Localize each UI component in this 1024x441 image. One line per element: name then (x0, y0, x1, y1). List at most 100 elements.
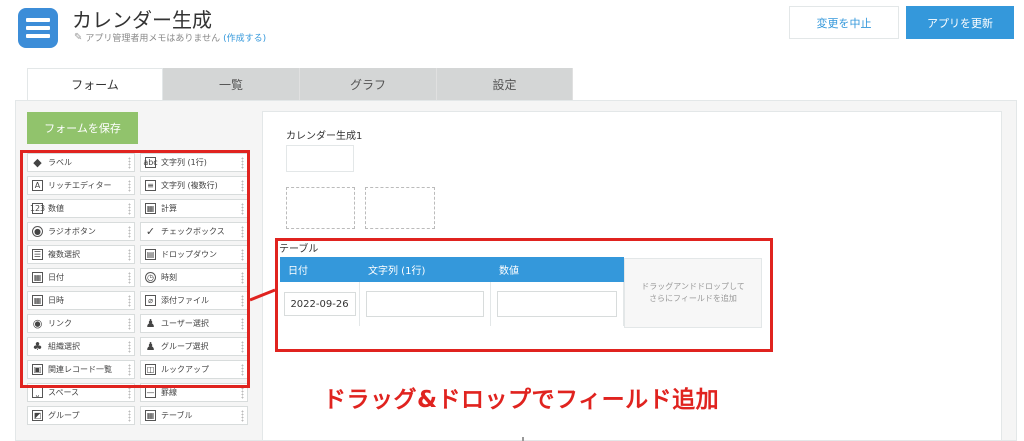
drag-handle-icon[interactable] (128, 364, 131, 376)
tab-graph[interactable]: グラフ (300, 68, 437, 100)
drag-handle-icon[interactable] (128, 318, 131, 330)
palette-item-label: ユーザー選択 (161, 319, 209, 328)
pencil-icon: ✎ (74, 32, 83, 43)
single-line-text-icon: abc (143, 157, 158, 168)
drag-handle-icon[interactable] (128, 226, 131, 238)
checkbox-icon: ✓ (145, 225, 156, 238)
palette-item[interactable]: ⌀ 添付ファイル (140, 291, 248, 310)
empty-drop-slot[interactable] (286, 187, 355, 229)
save-form-button[interactable]: フォームを保存 (27, 112, 138, 144)
palette-item[interactable]: ◫ ルックアップ (140, 360, 248, 379)
palette-item-label: 計算 (161, 204, 177, 213)
palette-item[interactable]: ▣ 関連レコード一覧 (27, 360, 135, 379)
palette-row: ⎵ スペース — 罫線 (27, 383, 249, 402)
palette-item[interactable]: ♟ グループ選択 (140, 337, 248, 356)
palette-item-label: ルックアップ (161, 365, 209, 374)
palette-item[interactable]: — 罫線 (140, 383, 248, 402)
clock-icon: ◷ (145, 272, 156, 283)
palette-item[interactable]: ☰ 複数選択 (27, 245, 135, 264)
empty-drop-slot[interactable] (365, 187, 435, 229)
cursor-marker (522, 437, 524, 441)
app-header: カレンダー生成 ✎ アプリ管理者用メモはありません (作成する) 変更を中止 ア… (0, 0, 1024, 52)
palette-item[interactable]: ♣ 組織選択 (27, 337, 135, 356)
palette-item[interactable]: abc 文字列 (1行) (140, 153, 248, 172)
palette-row: ▦ 日付 ◷ 時刻 (27, 268, 249, 287)
number-input-placeholder[interactable] (497, 291, 617, 317)
drag-handle-icon[interactable] (241, 341, 244, 353)
column-header: 文字列 (1行) (360, 257, 491, 282)
palette-row: A リッチエディター ≡ 文字列 (複数行) (27, 176, 249, 195)
update-app-button[interactable]: アプリを更新 (906, 6, 1014, 39)
palette-item[interactable]: ◩ グループ (27, 406, 135, 425)
palette-item-label: ラベル (48, 158, 72, 167)
org-chart-icon: ♣ (32, 340, 43, 353)
group-users-icon: ♟ (145, 340, 156, 353)
palette-item-label: ドロップダウン (161, 250, 217, 259)
palette-item[interactable]: ▦ 日時 (27, 291, 135, 310)
custom-field-box[interactable] (286, 145, 354, 172)
drag-handle-icon[interactable] (241, 157, 244, 169)
drag-handle-icon[interactable] (241, 180, 244, 192)
palette-item-label: 数値 (48, 204, 64, 213)
palette-row: ♣ 組織選択 ♟ グループ選択 (27, 337, 249, 356)
palette-item[interactable]: ◷ 時刻 (140, 268, 248, 287)
drag-handle-icon[interactable] (128, 249, 131, 261)
dropdown-icon: ▤ (145, 249, 156, 260)
palette-item[interactable]: ◆ ラベル (27, 153, 135, 172)
drag-handle-icon[interactable] (128, 387, 131, 399)
drag-handle-icon[interactable] (241, 295, 244, 307)
cancel-changes-button[interactable]: 変更を中止 (789, 6, 899, 39)
drag-handle-icon[interactable] (128, 410, 131, 422)
text-input-placeholder[interactable] (366, 291, 484, 317)
drag-handle-icon[interactable] (241, 249, 244, 261)
drag-handle-icon[interactable] (241, 387, 244, 399)
table-column-date[interactable]: 日付 2022-09-26 (280, 257, 360, 326)
palette-item[interactable]: ⎵ スペース (27, 383, 135, 402)
tab-form[interactable]: フォーム (27, 68, 163, 100)
drag-handle-icon[interactable] (241, 272, 244, 284)
drag-handle-icon[interactable] (241, 410, 244, 422)
calculator-icon: ▦ (145, 203, 156, 214)
tab-list[interactable]: 一覧 (163, 68, 300, 100)
drag-handle-icon[interactable] (241, 226, 244, 238)
palette-item[interactable]: 123 数値 (27, 199, 135, 218)
palette-item[interactable]: ✓ チェックボックス (140, 222, 248, 241)
palette-item[interactable]: ♟ ユーザー選択 (140, 314, 248, 333)
label-tag-icon: ◆ (33, 156, 42, 169)
palette-item[interactable]: ◉ リンク (27, 314, 135, 333)
palette-row: 123 数値 ▦ 計算 (27, 199, 249, 218)
app-list-icon (18, 8, 58, 48)
drop-hint-line2: さらにフィールドを追加 (649, 294, 737, 303)
column-header: 日付 (280, 257, 360, 282)
date-value[interactable]: 2022-09-26 (283, 292, 356, 316)
palette-item[interactable]: A リッチエディター (27, 176, 135, 195)
drag-handle-icon[interactable] (128, 180, 131, 192)
create-memo-link[interactable]: (作成する) (223, 31, 266, 44)
palette-item[interactable]: ▤ ドロップダウン (140, 245, 248, 264)
palette-item[interactable]: ● ラジオボタン (27, 222, 135, 241)
drag-handle-icon[interactable] (128, 341, 131, 353)
palette-item-label: 関連レコード一覧 (48, 365, 112, 374)
palette-row: ☰ 複数選択 ▤ ドロップダウン (27, 245, 249, 264)
admin-memo: ✎ アプリ管理者用メモはありません (作成する) (74, 31, 266, 44)
drag-handle-icon[interactable] (128, 203, 131, 215)
palette-item-label: 文字列 (複数行) (161, 181, 218, 190)
table-drop-area[interactable]: ドラッグアンドドロップして さらにフィールドを追加 (624, 258, 762, 328)
drag-handle-icon[interactable] (241, 318, 244, 330)
palette-item[interactable]: ▦ 日付 (27, 268, 135, 287)
palette-item-label: グループ選択 (161, 342, 209, 351)
related-records-icon: ▣ (32, 364, 43, 375)
drag-handle-icon[interactable] (128, 272, 131, 284)
palette-item[interactable]: ▦ テーブル (140, 406, 248, 425)
table-column-text[interactable]: 文字列 (1行) (360, 257, 491, 326)
table-field[interactable]: 日付 2022-09-26 文字列 (1行) 数値 (280, 257, 624, 326)
tab-settings[interactable]: 設定 (437, 68, 573, 100)
table-column-number[interactable]: 数値 (491, 257, 624, 326)
drag-handle-icon[interactable] (128, 295, 131, 307)
palette-item[interactable]: ≡ 文字列 (複数行) (140, 176, 248, 195)
drag-handle-icon[interactable] (241, 364, 244, 376)
drag-handle-icon[interactable] (128, 157, 131, 169)
palette-item-label: 罫線 (161, 388, 177, 397)
drag-handle-icon[interactable] (241, 203, 244, 215)
palette-item[interactable]: ▦ 計算 (140, 199, 248, 218)
